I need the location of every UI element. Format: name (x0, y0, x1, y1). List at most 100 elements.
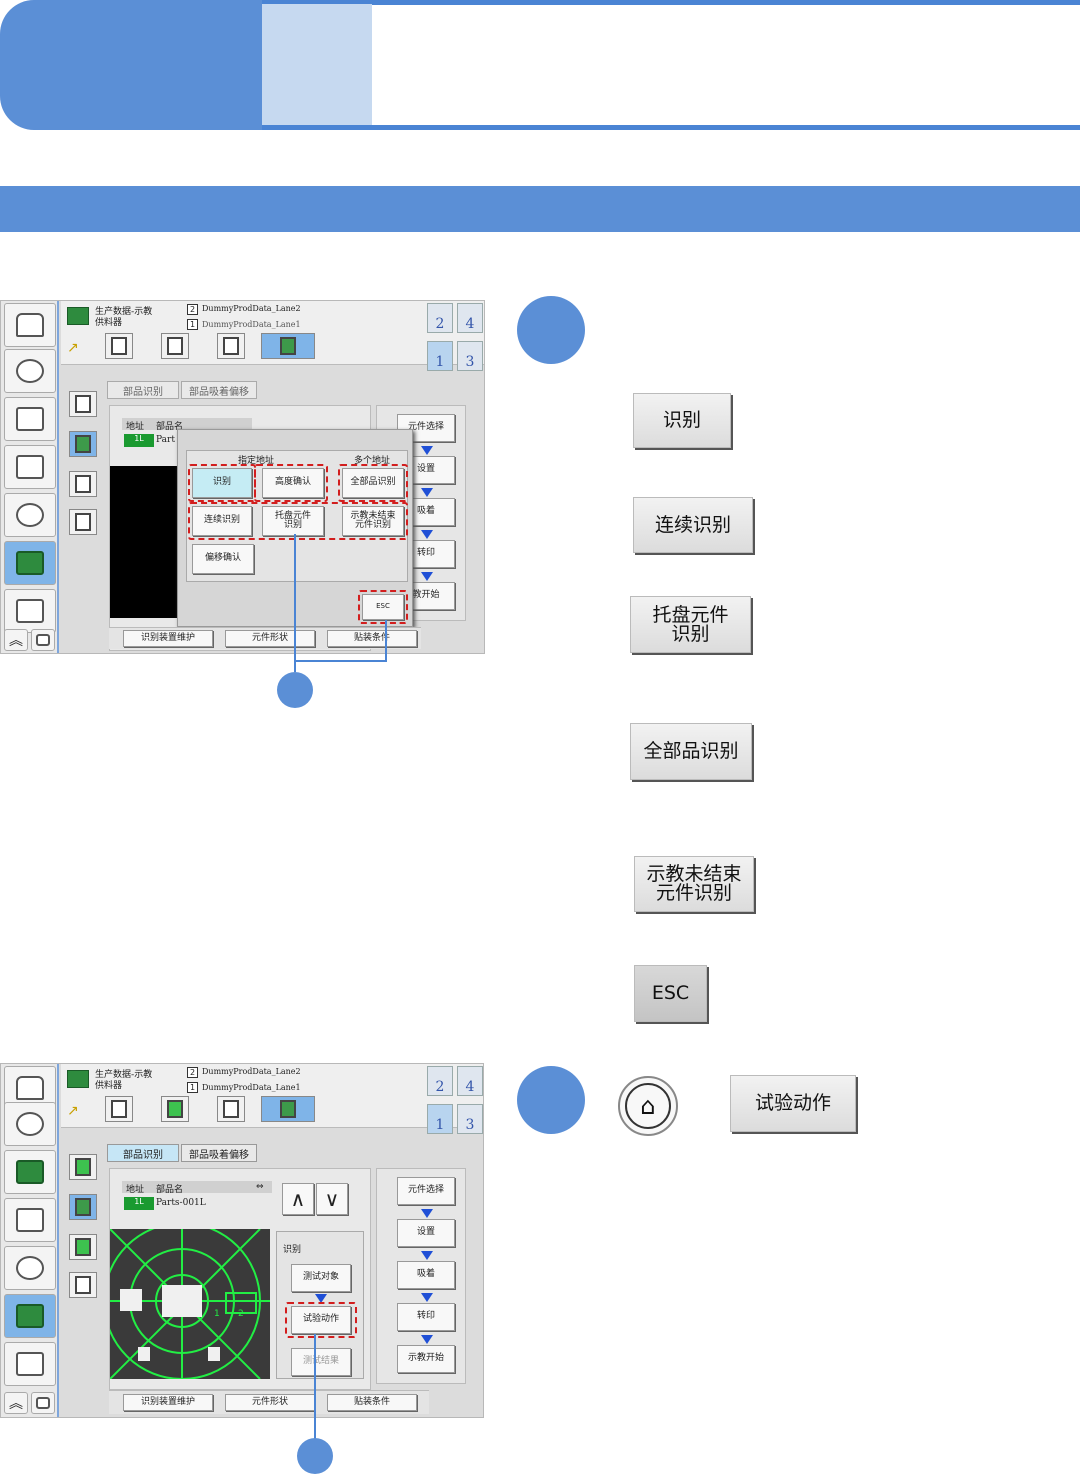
lock-icon[interactable] (31, 629, 55, 651)
toolbar-button-2[interactable] (161, 333, 189, 359)
step-teach-start[interactable]: 示教开始 (397, 1345, 455, 1373)
arrow-down-icon (421, 1335, 433, 1344)
lock-icon[interactable] (31, 1392, 55, 1414)
step-transfer[interactable]: 转印 (397, 1303, 455, 1331)
recognition-label: 识别 (283, 1245, 302, 1255)
camera-mark-1: 1 (214, 1309, 220, 1319)
camera-mark-2: 2 (238, 1309, 244, 1319)
table-3-button[interactable]: 3 (457, 1104, 483, 1134)
sub-icon-4[interactable] (69, 1272, 97, 1298)
part-cell[interactable]: Part (156, 435, 175, 445)
recognition-overlay (110, 1229, 270, 1379)
arrow-down-icon (421, 1251, 433, 1260)
step2-test-action-button: 试验动作 (730, 1075, 856, 1132)
table-1-button[interactable]: 1 (427, 341, 453, 371)
production-data-icon[interactable] (4, 1294, 56, 1338)
page: { "screen1": { "top_title_line1": "生产数据-… (0, 0, 1080, 1475)
toolbar-button-4[interactable] (261, 333, 315, 359)
address-cell[interactable]: 1L (124, 1197, 154, 1210)
offset-check-button[interactable]: 偏移确认 (192, 544, 254, 574)
camera-view: 1 2 (110, 1229, 270, 1379)
test-target-button[interactable]: 测试对象 (291, 1264, 351, 1292)
table-4-button[interactable]: 4 (457, 303, 483, 333)
toolbar-button-3[interactable] (217, 1096, 245, 1122)
section-bar (0, 186, 1080, 232)
highlight-height (254, 464, 328, 502)
wand-icon[interactable]: ↗ (67, 1104, 89, 1118)
chevron-up-icon[interactable]: ︽ (4, 1392, 28, 1414)
chart-icon[interactable] (4, 1198, 56, 1242)
arrow-down-icon (421, 1209, 433, 1218)
tab-part-recognition[interactable]: 部品识别 (107, 1144, 179, 1162)
printer-icon[interactable] (4, 589, 56, 633)
tab-pickup-offset[interactable]: 部品吸着偏移 (181, 381, 257, 399)
feeder-icon (67, 307, 89, 325)
part-shape-button[interactable]: 元件形状 (225, 630, 315, 647)
highlight-recognize (188, 464, 256, 502)
top-bar: 生产数据-示教 供料器 2 DummyProdData_Lane2 1 Dumm… (61, 301, 484, 371)
mount-condition-button[interactable]: 贴装条件 (327, 1394, 417, 1411)
timer-icon[interactable] (4, 493, 56, 537)
scroll-down-button[interactable]: ∨ (316, 1183, 348, 1215)
step-pickup[interactable]: 吸着 (397, 1261, 455, 1289)
sub-icon-3[interactable] (69, 1234, 97, 1260)
lane1-name: DummyProdData_Lane1 (202, 1083, 301, 1092)
mount-condition-button[interactable]: 贴装条件 (327, 630, 417, 647)
board-icon[interactable] (4, 1150, 56, 1194)
col-address: 地址 (126, 422, 145, 432)
sub-icon-2[interactable] (69, 431, 97, 457)
arrow-down-icon (421, 446, 433, 455)
step-setup[interactable]: 设置 (397, 1219, 455, 1247)
part-shape-button[interactable]: 元件形状 (225, 1394, 315, 1411)
toolbar-button-1[interactable] (105, 333, 133, 359)
recognition-maintenance-button[interactable]: 识别装置维护 (123, 1394, 213, 1411)
tab-part-recognition[interactable]: 部品识别 (107, 381, 179, 399)
production-data-icon[interactable] (4, 541, 56, 585)
toolbar-button-4[interactable] (261, 1096, 315, 1122)
gear-icon[interactable] (4, 349, 56, 393)
legend-tray-line1: 托盘元件 (652, 603, 729, 626)
table-3-button[interactable]: 3 (457, 341, 483, 371)
sub-icon-3[interactable] (69, 471, 97, 497)
start-button-icon: ⌂ (618, 1076, 678, 1136)
table-1-button[interactable]: 1 (427, 1104, 453, 1134)
arrow-down-icon (421, 530, 433, 539)
sub-icon-1[interactable] (69, 1154, 97, 1180)
col-address: 地址 (126, 1185, 145, 1195)
address-cell[interactable]: 1L (124, 434, 154, 447)
lane1-badge: 1 (187, 1082, 198, 1093)
header-top-line (262, 0, 1080, 5)
legend-unfinished-button: 示教未结束 元件识别 (634, 856, 754, 912)
lane2-badge: 2 (187, 1067, 198, 1078)
test-result-button[interactable]: 测试结果 (291, 1348, 351, 1376)
recognition-maintenance-button[interactable]: 识别装置维护 (123, 630, 213, 647)
tab-pickup-offset[interactable]: 部品吸着偏移 (181, 1144, 257, 1162)
step-part-select[interactable]: 元件选择 (397, 1177, 455, 1205)
table-4-button[interactable]: 4 (457, 1066, 483, 1096)
wand-icon[interactable]: ↗ (67, 341, 89, 355)
board-icon[interactable] (4, 397, 56, 441)
part-cell[interactable]: Parts-001L (156, 1198, 206, 1208)
lane1-name: DummyProdData_Lane1 (202, 320, 301, 329)
col-part: 部品名 (156, 1185, 184, 1195)
chevron-up-icon[interactable]: ︽ (4, 629, 28, 651)
table-2-button[interactable]: 2 (427, 303, 453, 333)
callout-line (294, 534, 296, 672)
bottom-bar: 识别装置维护 元件形状 贴装条件 (109, 627, 421, 649)
toolbar-button-3[interactable] (217, 333, 245, 359)
scroll-up-button[interactable]: ∧ (282, 1183, 314, 1215)
sub-icon-1[interactable] (69, 391, 97, 417)
gear-icon[interactable] (4, 1102, 56, 1146)
toolbar-button-2[interactable] (161, 1096, 189, 1122)
toolbar-button-1[interactable] (105, 1096, 133, 1122)
sub-sidebar (63, 391, 101, 653)
timer-icon[interactable] (4, 1246, 56, 1290)
sub-icon-2[interactable] (69, 1194, 97, 1220)
printer-icon[interactable] (4, 1342, 56, 1386)
sub-icon-4[interactable] (69, 509, 97, 535)
table-2-button[interactable]: 2 (427, 1066, 453, 1096)
header-bottom-line (262, 125, 1080, 130)
home-icon[interactable] (4, 303, 56, 347)
left-sidebar: ︽ (1, 301, 59, 653)
chart-icon[interactable] (4, 445, 56, 489)
